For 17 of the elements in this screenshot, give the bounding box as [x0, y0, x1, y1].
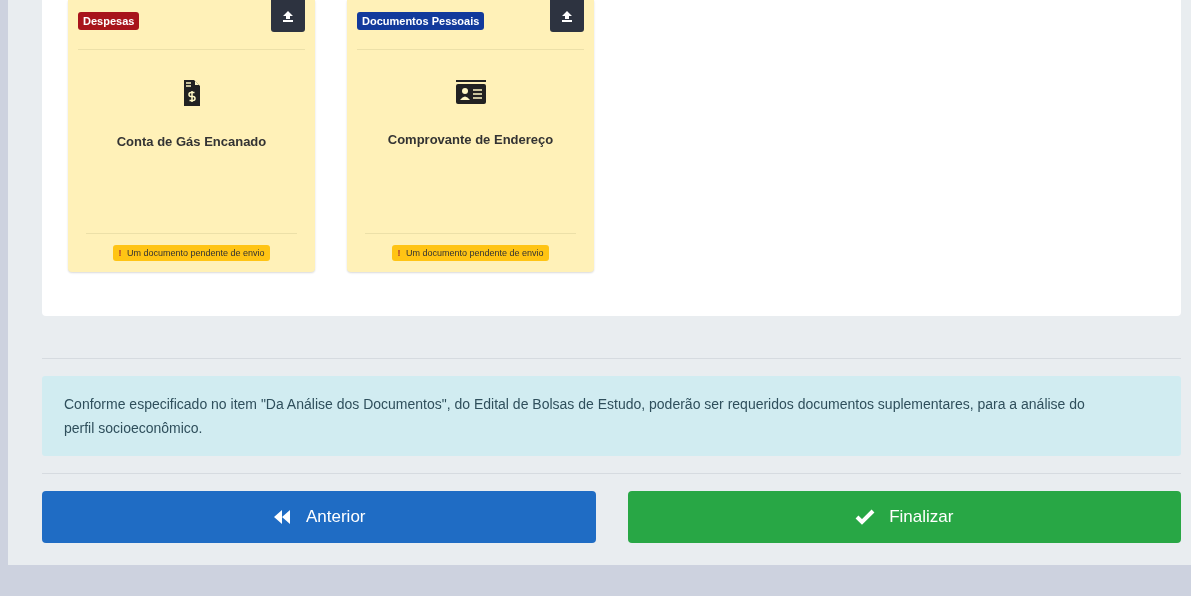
check-icon — [855, 509, 876, 525]
previous-button[interactable]: Anterior — [42, 491, 596, 543]
category-tag: Documentos Pessoais — [357, 12, 485, 30]
id-card-icon — [455, 80, 486, 104]
info-alert: Conforme especificado no item "Da Análise dos Documentos", do Edital de Bolsas de Estudo, poderão ser requeridos documentos suplementares, para a análise do perfil socioeconômico. — [42, 376, 1181, 456]
upload-button[interactable] — [550, 0, 584, 32]
document-title: Conta de Gás Encanado — [116, 134, 267, 149]
rewind-icon — [272, 510, 292, 524]
finish-button[interactable]: Finalizar — [627, 491, 1181, 543]
upload-icon — [561, 10, 573, 22]
upload-button[interactable] — [271, 0, 305, 32]
upload-icon — [282, 10, 294, 22]
pending-status: ! Um documento pendente de envio — [113, 245, 270, 261]
category-tag: Despesas — [78, 12, 140, 30]
pending-status: ! Um documento pendente de envio — [392, 245, 549, 261]
invoice-icon — [183, 80, 200, 106]
document-title: Comprovante de Endereço — [387, 132, 554, 147]
